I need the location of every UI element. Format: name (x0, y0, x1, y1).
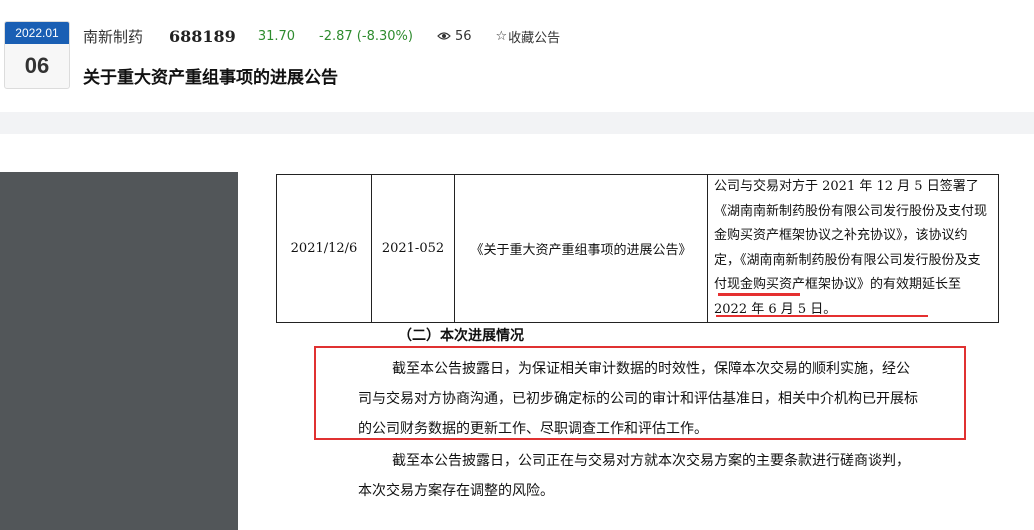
announcement-table: 2021/12/6 2021-052 《关于重大资产重组事项的进展公告》 公司与… (276, 174, 999, 323)
table-cell-date: 2021/12/6 (276, 174, 372, 323)
header-divider-band (0, 112, 1034, 134)
red-underline-annotation (716, 315, 928, 317)
stock-name[interactable]: 南新制药 (83, 26, 143, 47)
table-cell-number: 2021-052 (371, 174, 455, 323)
table-row: 2021/12/6 2021-052 《关于重大资产重组事项的进展公告》 公司与… (276, 174, 999, 323)
section-title: （二）本次进展情况 (398, 328, 524, 344)
stock-change: -2.87 (-8.30%) (319, 28, 413, 44)
announcement-header: 2022.01 06 南新制药 688189 31.70 -2.87 (-8.3… (0, 0, 1034, 112)
favorite-label: 收藏公告 (508, 30, 561, 46)
stock-info-row: 南新制药 688189 31.70 -2.87 (-8.30%) 56 ☆ 收藏… (83, 26, 560, 46)
negotiation-paragraph: 截至本公告披露日，公司正在与交易对方就本次交易方案的主要条款进行磋商谈判，本次交… (358, 453, 910, 499)
table-cell-content: 公司与交易对方于 2021 年 12 月 5 日签署了《湖南南新制药股份有限公司… (707, 174, 999, 323)
eye-icon (437, 32, 451, 40)
favorite-button[interactable]: ☆ 收藏公告 (495, 27, 560, 46)
date-badge: 2022.01 06 (4, 21, 70, 89)
date-year-month: 2022.01 (5, 22, 69, 44)
view-count-value: 56 (454, 28, 472, 44)
viewer-sidebar (0, 172, 238, 530)
stock-code[interactable]: 688189 (169, 27, 236, 46)
table-cell-title: 《关于重大资产重组事项的进展公告》 (454, 174, 708, 323)
star-icon: ☆ (495, 28, 508, 44)
red-highlight-box (314, 346, 966, 440)
view-count: 56 (437, 28, 472, 44)
page-title: 关于重大资产重组事项的进展公告 (83, 68, 338, 88)
stock-price: 31.70 (257, 28, 296, 44)
date-day: 06 (24, 53, 50, 78)
red-underline-annotation (718, 293, 800, 296)
